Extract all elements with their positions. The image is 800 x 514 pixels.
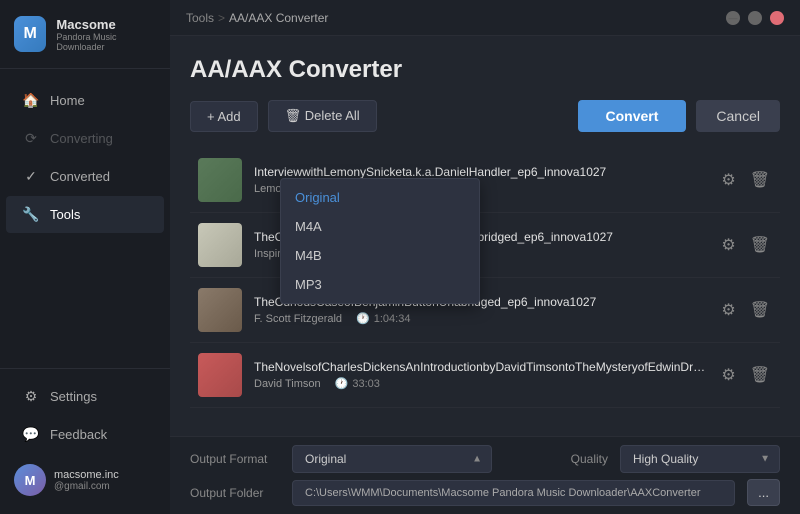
settings-icon: ⚙	[22, 388, 40, 405]
format-select[interactable]: Original	[292, 445, 492, 473]
folder-browse-button[interactable]: ...	[747, 479, 780, 506]
user-name: macsome.inc	[54, 469, 119, 481]
add-button[interactable]: + Add	[190, 101, 258, 132]
delete-icon-btn[interactable]: 🗑	[748, 298, 772, 322]
table-row: TheCreationStoryTheBibleExperienceUnabri…	[190, 213, 780, 278]
file-actions: ⚙ 🗑	[719, 168, 772, 192]
sidebar-item-converted-label: Converted	[50, 169, 110, 184]
breadcrumb-sep: >	[218, 11, 225, 25]
file-duration: 🕐 1:04:34	[356, 312, 410, 325]
page-title: AA/AAX Converter	[190, 56, 780, 84]
minimize-button[interactable]: —	[726, 11, 740, 25]
breadcrumb: Tools > AA/AAX Converter	[186, 11, 328, 25]
format-select-value: Original	[305, 452, 346, 466]
titlebar: Tools > AA/AAX Converter — □ ✕	[170, 0, 800, 36]
format-row: Output Format Original ▲ Quality High Qu…	[190, 445, 780, 473]
brand-section: M Macsome Pandora Music Downloader	[0, 0, 170, 69]
sidebar-item-converting: ⟳ Converting	[6, 120, 164, 157]
sidebar-item-converting-label: Converting	[50, 131, 113, 146]
tools-icon: 🔧	[22, 206, 40, 223]
brand-text: Macsome Pandora Music Downloader	[56, 17, 156, 52]
converting-icon: ⟳	[22, 130, 40, 147]
sidebar-item-settings-label: Settings	[50, 389, 97, 404]
sidebar-item-feedback[interactable]: 💬 Feedback	[6, 416, 164, 453]
settings-icon-btn[interactable]: ⚙	[719, 233, 737, 257]
quality-select-value: High Quality	[633, 452, 698, 466]
clock-icon: 🕐	[356, 312, 370, 325]
delete-all-button[interactable]: 🗑 Delete All	[268, 100, 377, 132]
sidebar-nav: 🏠 Home ⟳ Converting ✓ Converted 🔧 Tools	[0, 77, 170, 368]
maximize-button[interactable]: □	[748, 11, 762, 25]
sidebar-item-tools-label: Tools	[50, 207, 80, 222]
folder-path: C:\Users\WMM\Documents\Macsome Pandora M…	[292, 480, 735, 506]
sidebar-item-converted[interactable]: ✓ Converted	[6, 158, 164, 195]
dropdown-item-original[interactable]: Original	[281, 183, 479, 212]
file-author: F. Scott Fitzgerald	[254, 313, 342, 325]
feedback-icon: 💬	[22, 426, 40, 443]
breadcrumb-tools: Tools	[186, 11, 214, 25]
quality-select-wrapper: High Quality ▼	[620, 445, 780, 473]
delete-icon-btn[interactable]: 🗑	[748, 363, 772, 387]
delete-icon-btn[interactable]: 🗑	[748, 233, 772, 257]
table-row: TheCuriousCaseofBenjaminButtonUnabridged…	[190, 278, 780, 343]
settings-icon-btn[interactable]: ⚙	[719, 168, 737, 192]
file-thumbnail	[198, 288, 242, 332]
file-meta: David Timson 🕐 33:03	[254, 377, 707, 390]
file-info: TheNovelsofCharlesDickensAnIntroductionb…	[254, 360, 707, 390]
user-section[interactable]: M macsome.inc @gmail.com	[0, 454, 170, 506]
close-button[interactable]: ✕	[770, 11, 784, 25]
sidebar-item-home-label: Home	[50, 93, 85, 108]
breadcrumb-current: AA/AAX Converter	[229, 11, 328, 25]
clock-icon: 🕐	[335, 377, 349, 390]
bottom-bar: Output Format Original ▲ Quality High Qu…	[170, 436, 800, 514]
cancel-button[interactable]: Cancel	[696, 100, 780, 132]
output-format-label: Output Format	[190, 452, 280, 466]
format-select-wrapper: Original ▲	[292, 445, 492, 473]
sidebar-item-home[interactable]: 🏠 Home	[6, 82, 164, 119]
table-row: InterviewwithLemonySnicketa.k.a.DanielHa…	[190, 148, 780, 213]
file-thumbnail	[198, 158, 242, 202]
window-controls: — □ ✕	[726, 11, 784, 25]
sidebar: M Macsome Pandora Music Downloader 🏠 Hom…	[0, 0, 170, 514]
home-icon: 🏠	[22, 92, 40, 109]
sidebar-item-settings[interactable]: ⚙ Settings	[6, 378, 164, 415]
sidebar-bottom: ⚙ Settings 💬 Feedback M macsome.inc @gma…	[0, 368, 170, 514]
brand-sub: Pandora Music Downloader	[56, 32, 156, 52]
settings-icon-btn[interactable]: ⚙	[719, 363, 737, 387]
file-actions: ⚙ 🗑	[719, 363, 772, 387]
file-meta: F. Scott Fitzgerald 🕐 1:04:34	[254, 312, 707, 325]
output-folder-label: Output Folder	[190, 486, 280, 500]
file-author: David Timson	[254, 378, 321, 390]
file-name: InterviewwithLemonySnicketa.k.a.DanielHa…	[254, 165, 707, 179]
user-email: @gmail.com	[54, 481, 119, 492]
sidebar-item-tools[interactable]: 🔧 Tools	[6, 196, 164, 233]
converted-icon: ✓	[22, 168, 40, 185]
user-text: macsome.inc @gmail.com	[54, 469, 119, 492]
table-row: TheNovelsofCharlesDickensAnIntroductionb…	[190, 343, 780, 408]
file-thumbnail	[198, 353, 242, 397]
brand-logo: M	[14, 16, 46, 52]
dropdown-item-m4a[interactable]: M4A	[281, 212, 479, 241]
dropdown-item-m4b[interactable]: M4B	[281, 241, 479, 270]
format-dropdown-menu[interactable]: Original M4A M4B MP3	[280, 178, 480, 304]
convert-button[interactable]: Convert	[578, 100, 687, 132]
page-content: AA/AAX Converter + Add 🗑 Delete All Conv…	[170, 36, 800, 436]
file-duration: 🕐 33:03	[335, 377, 380, 390]
file-actions: ⚙ 🗑	[719, 298, 772, 322]
file-name: TheNovelsofCharlesDickensAnIntroductionb…	[254, 360, 707, 374]
avatar: M	[14, 464, 46, 496]
dropdown-item-mp3[interactable]: MP3	[281, 270, 479, 299]
sidebar-item-feedback-label: Feedback	[50, 427, 107, 442]
quality-select[interactable]: High Quality	[620, 445, 780, 473]
brand-name: Macsome	[56, 17, 156, 32]
file-list: InterviewwithLemonySnicketa.k.a.DanielHa…	[190, 148, 780, 426]
settings-icon-btn[interactable]: ⚙	[719, 298, 737, 322]
delete-icon-btn[interactable]: 🗑	[748, 168, 772, 192]
file-actions: ⚙ 🗑	[719, 233, 772, 257]
file-thumbnail	[198, 223, 242, 267]
quality-label: Quality	[571, 452, 608, 466]
toolbar: + Add 🗑 Delete All Convert Cancel	[190, 100, 780, 132]
folder-row: Output Folder C:\Users\WMM\Documents\Mac…	[190, 479, 780, 506]
main-content: Tools > AA/AAX Converter — □ ✕ AA/AAX Co…	[170, 0, 800, 514]
